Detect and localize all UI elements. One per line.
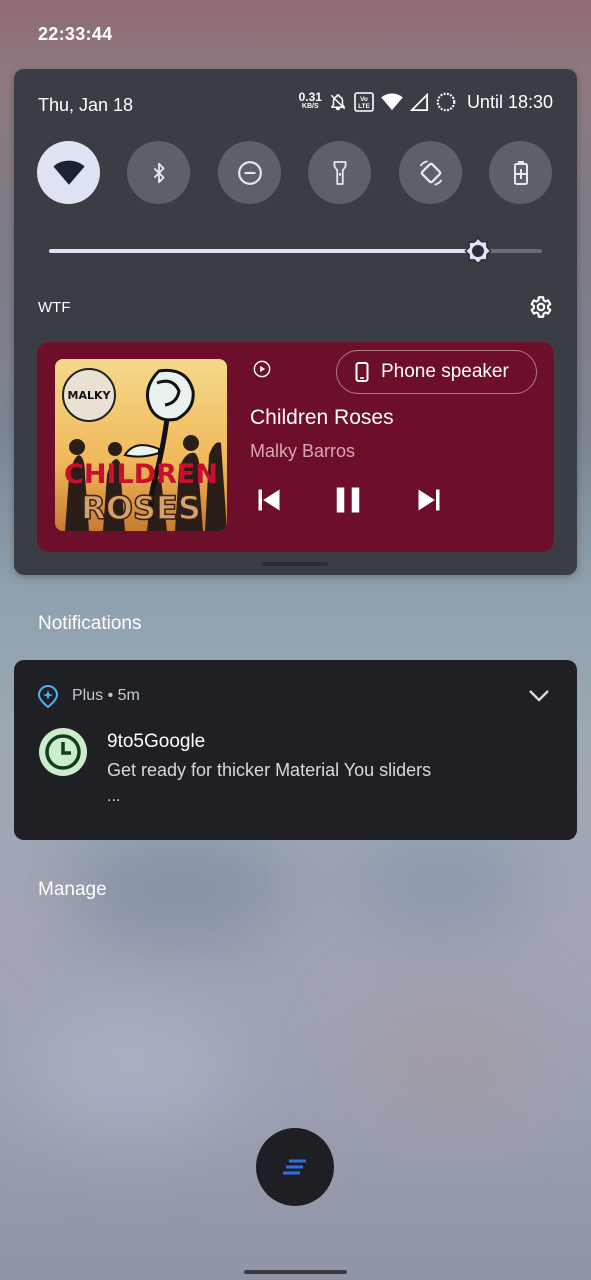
volte-icon: Vo LTE — [354, 92, 374, 112]
battery-saver-tile[interactable] — [489, 141, 552, 204]
skip-next-icon — [418, 489, 440, 511]
do-not-disturb-tile[interactable] — [218, 141, 281, 204]
bluetooth-icon — [153, 162, 164, 183]
output-device-chip[interactable]: Phone speaker — [336, 350, 537, 394]
battery-saver-icon — [513, 160, 528, 185]
clear-all-icon — [283, 1159, 306, 1175]
notification-history-button[interactable] — [256, 1128, 334, 1206]
auto-rotate-icon — [419, 159, 442, 186]
cell-signal-icon — [409, 93, 428, 111]
battery-circle-icon — [436, 92, 456, 112]
qs-status-icons: 0.31 KB/S Vo LTE Until 18:30 — [299, 91, 553, 113]
song-title: Children Roses — [250, 406, 394, 429]
wallpaper-blob — [340, 830, 540, 940]
network-speed-value: 0.31 — [298, 90, 322, 104]
network-speed: 0.31 KB/S — [298, 90, 322, 111]
brightness-thumb-icon[interactable] — [464, 237, 492, 265]
notification-body: Get ready for thicker Material You slide… — [107, 760, 432, 780]
youtube-music-icon — [253, 360, 271, 378]
do-not-disturb-icon — [237, 160, 262, 185]
gesture-home-bar[interactable] — [244, 1270, 347, 1274]
clock-app-icon — [39, 728, 87, 776]
bluetooth-tile[interactable] — [127, 141, 190, 204]
notifications-header: Notifications — [38, 613, 142, 634]
qs-drag-handle[interactable] — [262, 562, 328, 566]
qs-tiles-row — [37, 141, 553, 205]
brightness-slider[interactable] — [49, 237, 542, 265]
malky-logo: MALKY — [62, 368, 116, 422]
auto-rotate-tile[interactable] — [399, 141, 462, 204]
album-art: MALKY CHILDREN ROSES — [55, 359, 227, 531]
output-device-label: Phone speaker — [381, 361, 509, 382]
status-bar-clock: 22:33:44 — [38, 24, 113, 44]
settings-gear-icon[interactable] — [527, 294, 553, 320]
qs-date[interactable]: Thu, Jan 18 — [38, 95, 133, 116]
media-player-card[interactable]: MALKY CHILDREN ROSES Phone speaker Child… — [37, 342, 554, 552]
wifi-tile[interactable] — [37, 141, 100, 204]
quick-settings-panel: Thu, Jan 18 0.31 KB/S Vo LTE Until 18:30 — [14, 69, 577, 575]
network-name-label: WTF — [38, 299, 71, 316]
notification-ellipsis: ... — [107, 788, 121, 805]
network-speed-unit: KB/S — [301, 103, 319, 110]
chevron-down-icon[interactable] — [527, 686, 551, 706]
svg-text:MALKY: MALKY — [68, 389, 112, 402]
battery-until-label: Until 18:30 — [466, 91, 553, 112]
wallpaper-blob — [20, 1000, 240, 1140]
song-artist: Malky Barros — [250, 441, 356, 461]
play-pause-button[interactable] — [330, 482, 366, 518]
wifi-icon — [52, 160, 85, 185]
wallpaper-blob — [360, 1000, 540, 1120]
phone-icon — [355, 362, 369, 382]
flashlight-icon — [333, 160, 346, 185]
notification-card[interactable]: Plus • 5m 9to5Google Get ready for thick… — [14, 660, 577, 840]
album-art-title-bottom: ROSES — [81, 489, 201, 527]
notifications-muted-icon — [330, 94, 346, 111]
album-art-title-top: CHILDREN — [64, 459, 218, 490]
wifi-signal-icon — [381, 93, 403, 111]
flashlight-tile[interactable] — [308, 141, 371, 204]
brightness-fill — [49, 249, 478, 253]
manage-notifications-button[interactable]: Manage — [38, 879, 107, 901]
plus-app-icon — [37, 684, 59, 708]
svg-text:Vo: Vo — [360, 96, 368, 103]
skip-previous-icon — [258, 489, 280, 511]
notification-title: 9to5Google — [107, 731, 206, 752]
album-art-image: MALKY CHILDREN ROSES — [55, 359, 227, 531]
svg-text:LTE: LTE — [358, 103, 370, 110]
notification-app-line: Plus • 5m — [72, 687, 140, 704]
pause-icon — [336, 487, 360, 513]
next-track-button[interactable] — [411, 482, 447, 518]
previous-track-button[interactable] — [251, 482, 287, 518]
